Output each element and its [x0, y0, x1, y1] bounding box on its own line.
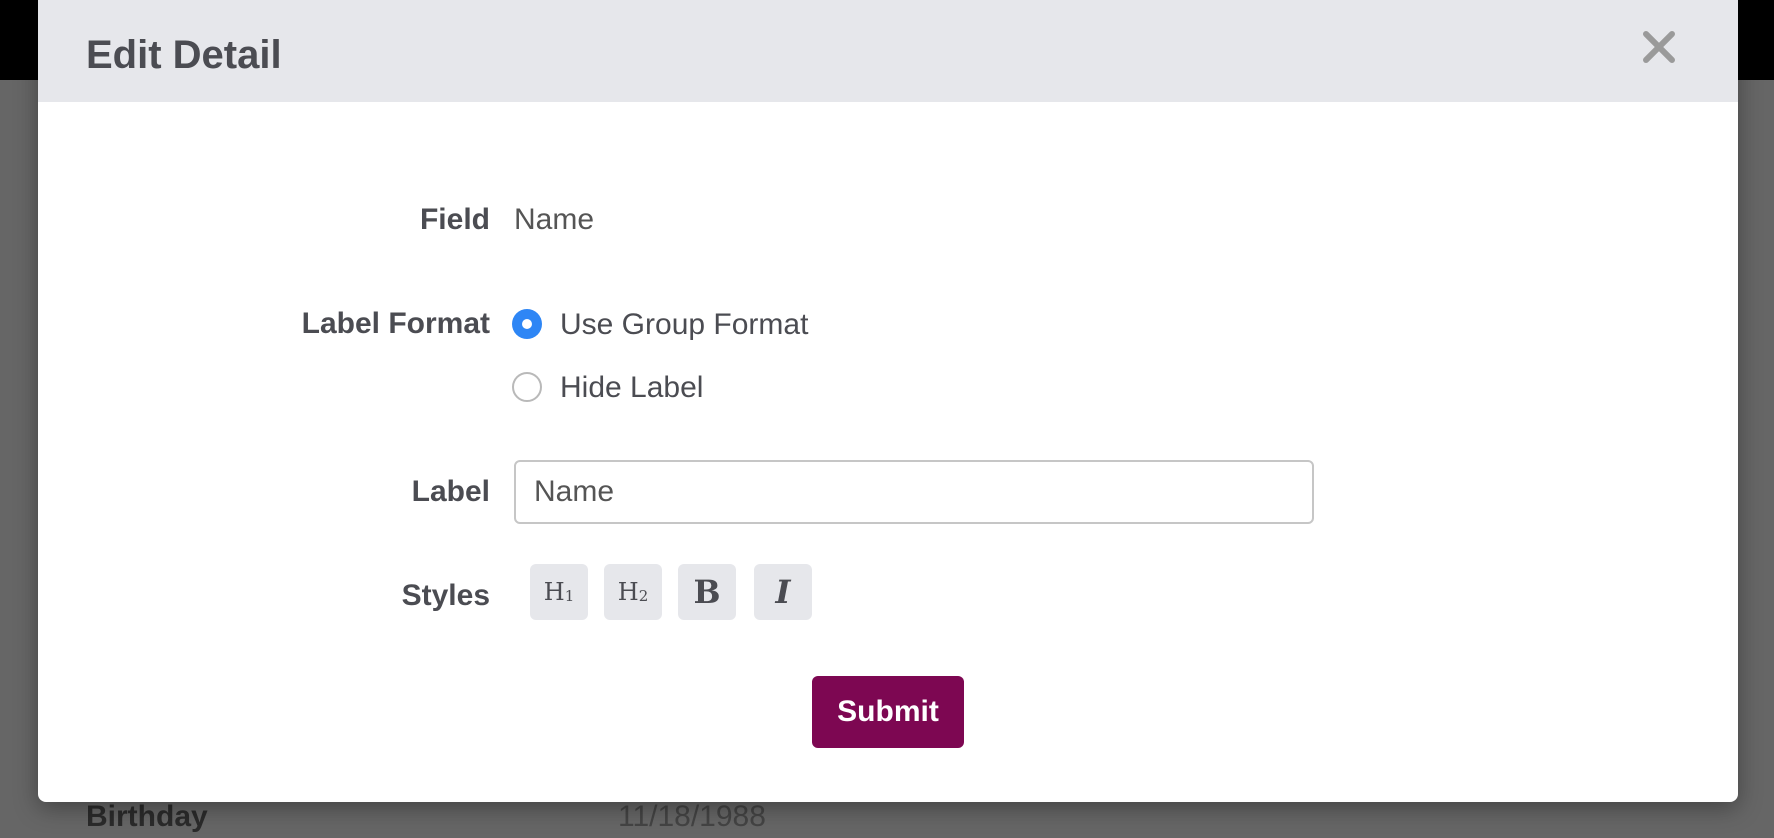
radio-checked-icon[interactable] [512, 309, 542, 339]
radio-label: Hide Label [560, 371, 704, 404]
field-label: Field [419, 203, 490, 236]
heading-2-glyph: H [617, 578, 639, 606]
italic-button[interactable]: I [754, 564, 812, 620]
styles-label: Styles [401, 579, 490, 612]
italic-glyph: I [775, 573, 791, 611]
heading-1-button[interactable]: H1 [530, 564, 588, 620]
label-field-label: Label [411, 475, 490, 508]
edit-detail-modal: Edit Detail Field Name Label Format Use … [38, 0, 1738, 802]
bold-button[interactable]: B [678, 564, 736, 620]
label-format-label: Label Format [301, 307, 490, 340]
close-icon[interactable] [1636, 24, 1682, 70]
bold-glyph: B [693, 573, 721, 611]
field-value: Name [514, 203, 595, 236]
heading-1-glyph: H [543, 578, 565, 606]
submit-button[interactable]: Submit [812, 676, 964, 748]
modal-title: Edit Detail [86, 33, 282, 77]
modal-header: Edit Detail [38, 0, 1738, 102]
radio-label: Use Group Format [560, 308, 809, 341]
background-detail-row: Birthday 11/18/1988 [86, 800, 826, 838]
background-row-label: Birthday [86, 800, 208, 833]
radio-use-group-format[interactable]: Use Group Format [512, 305, 832, 345]
radio-hide-label[interactable]: Hide Label [512, 368, 732, 408]
heading-1-subscript: 1 [564, 587, 575, 605]
radio-unchecked-icon[interactable] [512, 372, 542, 402]
background-row-value: 11/18/1988 [618, 800, 766, 833]
heading-2-subscript: 2 [638, 587, 649, 605]
label-input[interactable] [514, 460, 1314, 524]
heading-2-button[interactable]: H2 [604, 564, 662, 620]
